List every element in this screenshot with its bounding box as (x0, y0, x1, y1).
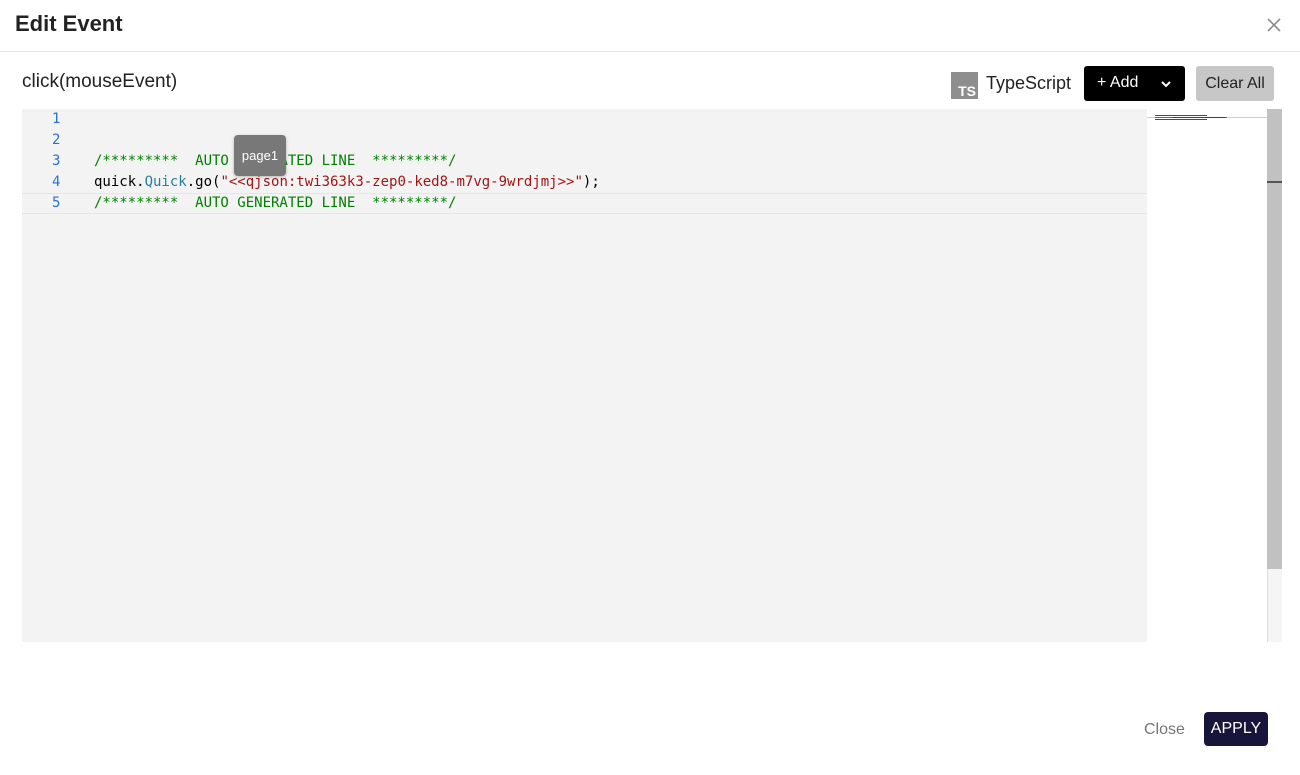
minimap-token (1155, 117, 1162, 118)
dialog-title: Edit Event (15, 11, 123, 36)
code-token: ); (582, 174, 600, 190)
code-editor[interactable]: 123/********* AUTO GENERATED LINE ******… (22, 109, 1147, 642)
close-button[interactable]: Close (1144, 721, 1185, 739)
code-text: quick.Quick.go("<<qjson:twi363k3-zep0-ke… (94, 172, 600, 193)
code-text: /********* AUTO GENERATED LINE *********… (94, 194, 456, 213)
hover-tooltip: page1 (234, 135, 286, 176)
chevron-down-icon[interactable] (1159, 77, 1173, 91)
line-number: 5 (52, 195, 61, 211)
code-line[interactable]: 2 (22, 130, 1147, 151)
apply-button[interactable]: APPLY (1204, 712, 1268, 746)
editor-scrollbar-thumb[interactable] (1267, 109, 1282, 569)
event-signature: click(mouseEvent) (22, 71, 178, 92)
minimap-token (1155, 115, 1207, 116)
dialog-header: Edit Event (0, 0, 1300, 52)
close-icon[interactable] (1264, 15, 1284, 35)
code-line[interactable]: 1 (22, 109, 1147, 130)
typescript-icon: TS (951, 72, 978, 99)
minimap-token (1225, 117, 1227, 118)
code-token: Quick (144, 174, 187, 190)
code-line[interactable]: 5 /********* AUTO GENERATED LINE ********… (22, 193, 1147, 214)
code-token: .go( (186, 174, 221, 190)
code-token: quick. (94, 174, 145, 190)
code-line[interactable]: 3/********* AUTO GENERATED LINE ********… (22, 151, 1147, 172)
code-token: /********* AUTO GENERATED LINE *********… (94, 195, 457, 211)
edit-event-dialog: Edit Event click(mouseEvent) TS TypeScri… (0, 0, 1300, 775)
minimap-token (1173, 117, 1225, 118)
code-token: "<<qjson:twi363k3-zep0-ked8-m7vg-9wrdjmj… (220, 174, 583, 190)
code-line[interactable]: 4 quick.Quick.go("<<qjson:twi363k3-zep0-k… (22, 172, 1147, 193)
clear-all-button[interactable]: Clear All (1196, 66, 1274, 101)
line-number: 2 (52, 132, 61, 148)
minimap-token (1155, 119, 1207, 120)
line-number: 4 (52, 174, 61, 190)
line-number: 1 (52, 111, 61, 127)
add-button-label: + Add (1097, 74, 1139, 91)
language-label: TypeScript (986, 73, 1072, 93)
scrollbar-cursor-marker (1267, 181, 1282, 183)
editor-minimap[interactable] (1147, 109, 1267, 642)
add-button[interactable]: + Add (1084, 66, 1185, 101)
line-number: 3 (52, 153, 61, 169)
